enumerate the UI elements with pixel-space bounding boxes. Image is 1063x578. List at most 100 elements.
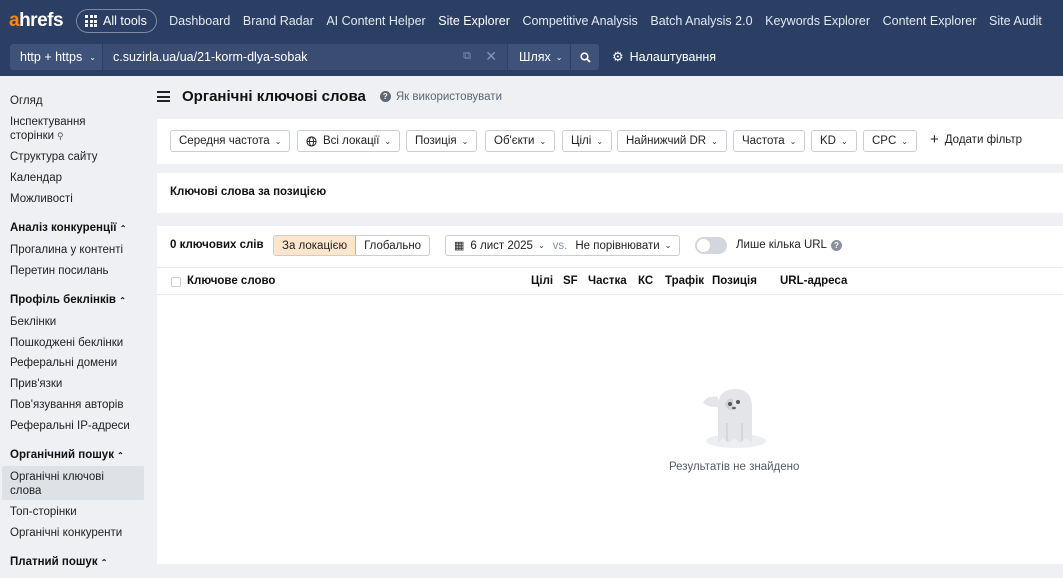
select-all-checkbox[interactable] (171, 277, 181, 287)
page-title: Органічні ключові слова (182, 88, 366, 105)
plus-icon: + (930, 131, 939, 148)
col-url[interactable]: URL-адреса (780, 275, 847, 287)
all-tools-button[interactable]: All tools (76, 9, 157, 33)
filter-lowest-dr[interactable]: Найнижчий DR ⌄ (617, 130, 727, 152)
empty-state-text: Результатів не знайдено (669, 461, 800, 473)
col-traffic[interactable]: Трафік (665, 275, 704, 287)
filter-serp-features[interactable]: Об'єкти ⌄ (485, 130, 556, 152)
ghost-illustration (703, 389, 766, 448)
few-urls-label: Лише кілька URL? (736, 239, 842, 251)
chevron-down-icon: ⌄ (901, 136, 908, 146)
filter-kd[interactable]: KD ⌄ (811, 130, 857, 152)
chevron-up-icon: ⌃ (119, 296, 126, 305)
external-link-icon[interactable]: ⧉ (463, 50, 471, 63)
chevron-up-icon: ⌃ (119, 224, 127, 233)
search-button[interactable] (571, 44, 599, 70)
sidebar-item-backlinks[interactable]: Беклінки (10, 315, 56, 329)
grid-icon (85, 15, 98, 27)
sidebar: Огляд Інспектування сторінки ⚲ Структура … (0, 76, 152, 578)
protocol-select[interactable]: http + https ⌄ (10, 44, 102, 70)
filter-avg-volume[interactable]: Середня частота ⌄ (170, 130, 291, 152)
sidebar-item-opportunities[interactable]: Можливості (10, 192, 73, 206)
nav-ai-content-helper[interactable]: AI Content Helper (320, 14, 432, 28)
help-icon[interactable]: ? (830, 239, 842, 251)
sidebar-item-overview[interactable]: Огляд (10, 94, 43, 108)
nav-links: Dashboard Brand Radar AI Content Helper … (163, 14, 1048, 28)
chevron-down-icon: ⌄ (596, 136, 604, 146)
nav-content-explorer[interactable]: Content Explorer (876, 14, 982, 28)
tab-bar: Ключові слова за позицією (157, 173, 1063, 213)
search-icon: ⚲ (57, 131, 64, 141)
url-bar: http + https ⌄ c.suzirla.ua/ua/21-korm-dl… (10, 44, 599, 70)
chevron-down-icon: ⌄ (789, 136, 797, 146)
clear-icon[interactable]: ✕ (485, 48, 497, 65)
nav-competitive-analysis[interactable]: Competitive Analysis (516, 14, 644, 28)
scope-global[interactable]: Глобально (356, 236, 429, 255)
search-icon (579, 51, 591, 63)
chevron-down-icon: ⌄ (555, 52, 563, 62)
globe-icon (306, 135, 317, 147)
chevron-down-icon: ⌄ (461, 136, 469, 146)
url-input[interactable]: c.suzirla.ua/ua/21-korm-dlya-sobak ⧉ ✕ (103, 44, 507, 70)
filter-position[interactable]: Позиція ⌄ (406, 130, 478, 152)
sidebar-item-referring-domains[interactable]: Реферальні домени (10, 356, 117, 370)
page-header: Органічні ключові слова ? Як використовув… (157, 88, 502, 105)
chevron-down-icon: ⌄ (384, 136, 392, 146)
results-panel: 0 ключових слів За локацією Глобально ▦ … (157, 226, 1063, 564)
col-share[interactable]: Частка (588, 275, 627, 287)
col-kd[interactable]: КС (638, 275, 653, 287)
add-filter-button[interactable]: + Додати фільтр (930, 131, 1022, 148)
nav-site-audit[interactable]: Site Audit (983, 14, 1048, 28)
sidebar-section-paid[interactable]: Платний пошук ⌃ (10, 556, 108, 568)
mode-select[interactable]: Шлях ⌄ (508, 44, 570, 70)
how-to-use-link[interactable]: ? Як використовувати (379, 91, 502, 103)
nav-dashboard[interactable]: Dashboard (163, 14, 237, 28)
scope-by-location[interactable]: За локацією (274, 236, 357, 255)
tab-keywords-by-position[interactable]: Ключові слова за позицією (170, 186, 326, 198)
sidebar-item-top-pages[interactable]: Топ-сторінки (10, 505, 77, 519)
nav-brand-radar[interactable]: Brand Radar (237, 14, 320, 28)
chevron-down-icon: ⌄ (840, 136, 848, 146)
chevron-down-icon: ⌄ (537, 241, 545, 250)
chevron-down-icon: ⌄ (711, 136, 718, 146)
sidebar-item-organic-competitors[interactable]: Органічні конкуренти (10, 526, 122, 540)
sidebar-item-calendar[interactable]: Календар (10, 171, 62, 185)
settings-button[interactable]: ⚙ Налаштування (612, 49, 716, 65)
keyword-count: 0 ключових слів (170, 239, 264, 251)
ahrefs-logo[interactable]: ahrefs (9, 10, 64, 32)
nav-keywords-explorer[interactable]: Keywords Explorer (759, 14, 877, 28)
filter-locations[interactable]: Всі локації ⌄ (297, 130, 401, 152)
nav-site-explorer[interactable]: Site Explorer (432, 14, 516, 28)
sidebar-item-organic-keywords[interactable]: Органічні ключові слова (10, 470, 130, 498)
sidebar-item-content-gap[interactable]: Прогалина у контенті (10, 243, 123, 257)
sidebar-item-site-structure[interactable]: Структура сайту (10, 150, 97, 164)
chevron-down-icon: ⌄ (89, 52, 96, 62)
chevron-down-icon: ⌄ (664, 241, 672, 250)
sidebar-item-page-inspect[interactable]: Інспектування сторінки ⚲ (10, 115, 110, 143)
col-intents[interactable]: Цілі (531, 275, 553, 287)
filter-cpc[interactable]: CPC ⌄ (863, 130, 917, 152)
nav-batch-analysis[interactable]: Batch Analysis 2.0 (644, 14, 759, 28)
sidebar-section-backlinks[interactable]: Профіль беклінків ⌃ (10, 294, 126, 306)
sidebar-section-organic[interactable]: Органічний пошук ⌃ (10, 449, 124, 461)
filter-volume[interactable]: Частота ⌄ (733, 130, 806, 152)
chevron-up-icon: ⌃ (100, 558, 108, 567)
sidebar-item-broken-backlinks[interactable]: Пошкоджені беклінки (10, 336, 123, 350)
sidebar-item-link-intersect[interactable]: Перетин посилань (10, 264, 109, 278)
filter-intents[interactable]: Цілі ⌄ (562, 130, 613, 152)
col-position[interactable]: Позиція (712, 275, 757, 287)
few-urls-toggle[interactable] (695, 237, 727, 254)
col-keyword[interactable]: Ключове слово (187, 275, 275, 287)
table-header: Ключове слово Цілі SF Частка КС Трафік П… (157, 267, 1063, 295)
url-bar-row: http + https ⌄ c.suzirla.ua/ua/21-korm-dl… (0, 42, 1063, 76)
sidebar-item-author-linking[interactable]: Пов'язування авторів (10, 398, 123, 412)
sidebar-item-anchors[interactable]: Прив'язки (10, 377, 62, 391)
col-sf[interactable]: SF (563, 275, 578, 287)
gear-icon: ⚙ (612, 49, 624, 64)
date-compare-selector[interactable]: ▦ 6 лист 2025 ⌄ vs. Не порівнювати ⌄ (445, 235, 681, 256)
sidebar-section-competitive[interactable]: Аналіз конкуренції ⌃ (10, 222, 126, 234)
menu-icon[interactable] (157, 89, 170, 105)
chevron-up-icon: ⌃ (117, 451, 124, 460)
scope-toggle: За локацією Глобально (273, 235, 431, 256)
sidebar-item-referring-ips[interactable]: Реферальні IP-адреси (10, 419, 130, 433)
